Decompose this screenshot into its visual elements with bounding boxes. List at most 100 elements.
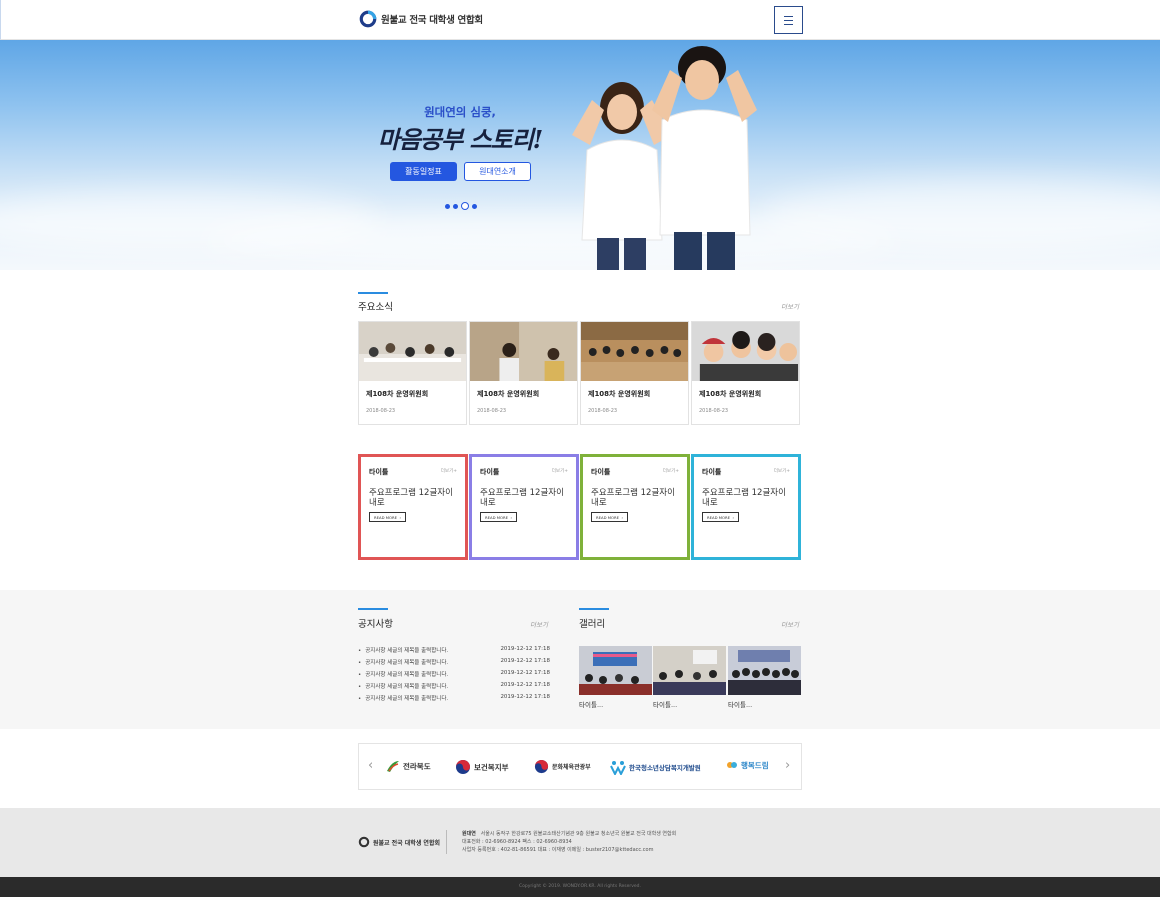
notice-title-bar	[358, 608, 388, 610]
slider-dot[interactable]	[472, 203, 477, 209]
hero-banner: 원대연의 심쿵, 마음공부 스토리! 활동일정표 원대연소개	[0, 40, 1160, 270]
hero-people-image	[572, 46, 757, 270]
partner-next-button[interactable]: ›	[785, 758, 790, 773]
news-card[interactable]: 제108차 운영위원회 2018-08-23	[691, 321, 800, 425]
read-more-button[interactable]: READ MORE ›	[369, 512, 406, 522]
notice-date: 2019-12-12 17:18	[500, 646, 550, 652]
news-card[interactable]: 제108차 운영위원회 2018-08-23	[358, 321, 467, 425]
notice-title: 공지사항	[358, 619, 393, 630]
gallery-title-bar	[579, 608, 609, 610]
news-card-title: 제108차 운영위원회	[699, 390, 762, 398]
notice-item[interactable]: • 공지사항 세글의 제목을 출력합니다. 2019-12-12 17:18	[358, 682, 550, 694]
program-more-link[interactable]: 더보기+	[774, 468, 790, 474]
notice-date: 2019-12-12 17:18	[500, 670, 550, 676]
site-header: 원불교 전국 대학생 연합회	[0, 0, 1160, 40]
program-more-link[interactable]: 더보기+	[663, 468, 679, 474]
gallery-thumbnail[interactable]	[728, 646, 801, 695]
news-card[interactable]: 제108차 운영위원회 2018-08-23	[580, 321, 689, 425]
footer-logo[interactable]: 원불교 전국 대학생 연합회	[358, 836, 440, 848]
read-more-button[interactable]: READ MORE ›	[591, 512, 628, 522]
news-thumbnail	[581, 322, 688, 381]
slider-dot[interactable]	[445, 203, 450, 209]
news-thumbnail	[692, 322, 799, 381]
program-title: 타이틀	[591, 468, 611, 476]
partner-logo-kyci[interactable]: 한국청소년상담복지개발원	[610, 759, 701, 775]
news-thumbnail	[470, 322, 577, 381]
schedule-button[interactable]: 활동일정표	[390, 162, 457, 181]
gallery-title: 갤러리	[579, 619, 606, 630]
site-logo[interactable]: 원불교 전국 대학생 연합회	[359, 10, 483, 28]
partner-prev-button[interactable]: ‹	[368, 758, 373, 773]
logo-mark-icon	[359, 10, 377, 28]
notice-item[interactable]: • 공지사항 세글의 제목을 출력합니다. 2019-12-12 17:18	[358, 658, 550, 670]
news-thumbnail	[359, 322, 466, 381]
hero-title: 마음공부 스토리!	[377, 125, 543, 154]
notice-list: • 공지사항 세글의 제목을 출력합니다. 2019-12-12 17:18 • 공지…	[358, 646, 550, 706]
page: 원불교 전국 대학생 연합회 원대연의 심쿵, 마음공부 스토리! 활동일정표 …	[0, 0, 1160, 897]
news-card-title: 제108차 운영위원회	[588, 390, 651, 398]
footer-org: 원대연	[462, 831, 476, 837]
notice-more-link[interactable]: 더보기	[530, 619, 548, 629]
news-card-date: 2018-08-23	[477, 408, 507, 414]
notice-item[interactable]: • 공지사항 세글의 제목을 출력합니다. 2019-12-12 17:18	[358, 670, 550, 682]
notice-item[interactable]: • 공지사항 세글의 제목을 출력합니다. 2019-12-12 17:18	[358, 694, 550, 706]
news-more-link[interactable]: 더보기	[781, 301, 799, 311]
gallery-thumbnail[interactable]	[653, 646, 726, 695]
logo-mark-icon	[358, 836, 370, 848]
taegeuk-icon	[534, 759, 549, 774]
hero-subtitle: 원대연의 심쿵,	[424, 105, 496, 119]
program-desc: 주요프로그램 12글자이내로	[591, 488, 675, 508]
gallery-caption[interactable]: 타이틀...	[579, 699, 603, 709]
program-desc: 주요프로그램 12글자이내로	[702, 488, 786, 508]
program-desc: 주요프로그램 12글자이내로	[480, 488, 564, 508]
taegeuk-icon	[456, 760, 470, 774]
program-box[interactable]: 타이틀 더보기+ 주요프로그램 12글자이내로 READ MORE ›	[469, 454, 579, 560]
gallery-caption[interactable]: 타이틀...	[728, 699, 752, 709]
partner-logo-mohw[interactable]: 보건복지부	[455, 759, 509, 775]
news-card-title: 제108차 운영위원회	[366, 390, 429, 398]
notice-item[interactable]: • 공지사항 세글의 제목을 출력합니다. 2019-12-12 17:18	[358, 646, 550, 658]
logo-text: 원불교 전국 대학생 연합회	[381, 15, 483, 26]
program-box[interactable]: 타이틀 더보기+ 주요프로그램 12글자이내로 READ MORE ›	[580, 454, 690, 560]
news-title-bar	[358, 292, 388, 294]
happydream-icon	[727, 762, 737, 768]
program-box[interactable]: 타이틀 더보기+ 주요프로그램 12글자이내로 READ MORE ›	[691, 454, 801, 560]
footer-divider	[446, 830, 447, 854]
news-card[interactable]: 제108차 운영위원회 2018-08-23	[469, 321, 578, 425]
read-more-button[interactable]: READ MORE ›	[480, 512, 517, 522]
read-more-button[interactable]: READ MORE ›	[702, 512, 739, 522]
kyci-icon	[610, 761, 626, 775]
news-card-date: 2018-08-23	[588, 408, 618, 414]
partner-logo-mcst[interactable]: 문화체육관광부	[534, 759, 591, 774]
jeonbuk-icon	[387, 761, 399, 772]
news-card-date: 2018-08-23	[366, 408, 396, 414]
slider-pagination[interactable]	[445, 202, 477, 210]
notice-date: 2019-12-12 17:18	[500, 682, 550, 688]
gallery-more-link[interactable]: 더보기	[781, 619, 799, 629]
partner-banner: ‹ 전라북도 보건복지부 문화체육관광부 한국청소년상담복지개발원 행복드림 ›	[358, 743, 802, 790]
intro-button[interactable]: 원대연소개	[464, 162, 531, 181]
footer-address: 서울시 동작구 한강로75 원불교소태산기념관 9층 원불교 청소년국 원불교 …	[480, 831, 677, 837]
partner-logo-jeonbuk[interactable]: 전라북도	[386, 759, 431, 773]
news-card-date: 2018-08-23	[699, 408, 729, 414]
footer-info: 원대연 서울시 동작구 한강로75 원불교소태산기념관 9층 원불교 청소년국 …	[462, 830, 676, 854]
notice-date: 2019-12-12 17:18	[500, 658, 550, 664]
program-more-link[interactable]: 더보기+	[552, 468, 568, 474]
hamburger-icon	[784, 15, 793, 17]
gallery-caption[interactable]: 타이틀...	[653, 699, 677, 709]
copyright: Copyright © 2019. WONDY.OR.KR. All right…	[0, 877, 1160, 897]
slider-dot[interactable]	[453, 203, 458, 209]
program-desc: 주요프로그램 12글자이내로	[369, 488, 453, 508]
footer-phone: 대표전화 : 02-6960-8924 팩스 : 02-6960-8934	[462, 839, 572, 845]
news-card-title: 제108차 운영위원회	[477, 390, 540, 398]
footer-biz: 사업자 등록번호 : 402-81-86591 대표 : 이재영 이메일 : b…	[462, 847, 654, 853]
program-box[interactable]: 타이틀 더보기+ 주요프로그램 12글자이내로 READ MORE ›	[358, 454, 468, 560]
program-title: 타이틀	[702, 468, 722, 476]
program-title: 타이틀	[480, 468, 500, 476]
slider-dot[interactable]	[461, 202, 469, 210]
partner-logo-happydream[interactable]: 행복드림	[726, 759, 769, 771]
menu-button[interactable]	[774, 6, 803, 34]
program-more-link[interactable]: 더보기+	[441, 468, 457, 474]
gallery-thumbnail[interactable]	[579, 646, 652, 695]
news-title: 주요소식	[358, 302, 393, 313]
